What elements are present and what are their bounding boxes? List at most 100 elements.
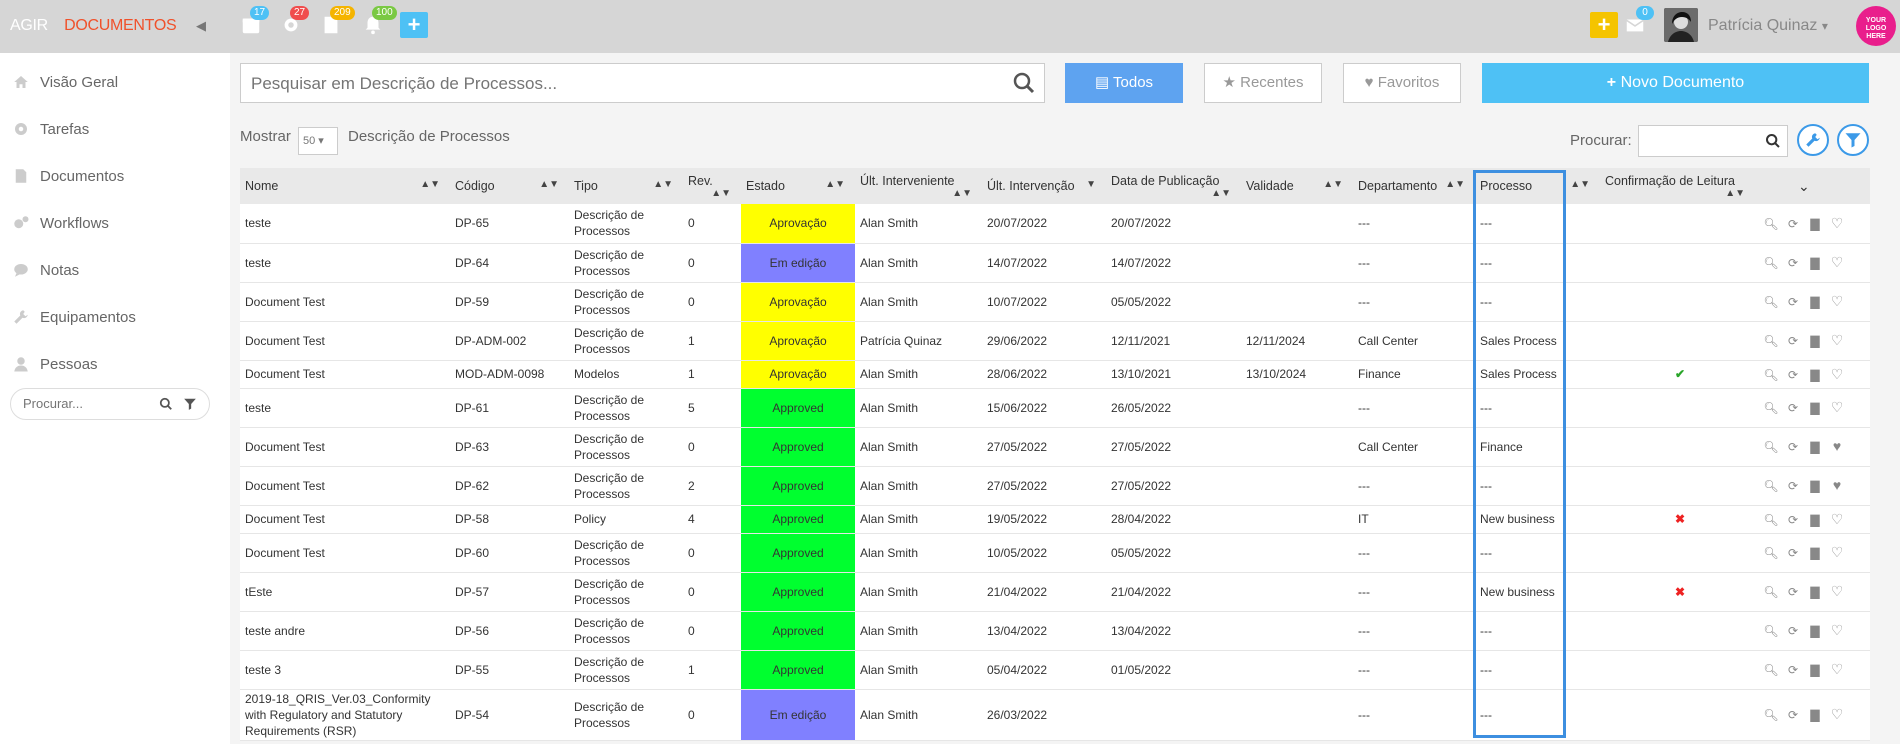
trash-icon[interactable]: ▇	[1804, 333, 1826, 349]
procurar-input[interactable]	[1638, 125, 1788, 157]
sidebar-item-notas[interactable]: Notas	[12, 258, 79, 282]
table-row[interactable]: tEste DP-57 Descrição de Processos 0 Approve…	[240, 572, 1870, 612]
refresh-icon[interactable]: ⟳	[1782, 545, 1804, 561]
table-row[interactable]: 2019-18_QRIS_Ver.03_Conformity with Regu…	[240, 689, 1870, 741]
messages-icon[interactable]: 0	[1624, 6, 1654, 38]
refresh-icon[interactable]: ⟳	[1782, 400, 1804, 416]
table-row[interactable]: Document Test DP-58 Policy 4 Approved Alan Sm…	[240, 505, 1870, 534]
page-size-select[interactable]: 50 ▾	[298, 127, 338, 155]
view-icon[interactable]: 🔍︎	[1760, 439, 1782, 455]
col-tipo[interactable]: Tipo ▲▼	[569, 168, 683, 204]
heart-outline-icon[interactable]: ♡	[1826, 366, 1848, 382]
view-icon[interactable]: 🔍︎	[1760, 333, 1782, 349]
heart-outline-icon[interactable]: ♡	[1826, 293, 1848, 309]
heart-filled-icon[interactable]: ♥	[1826, 477, 1848, 493]
avatar[interactable]	[1664, 8, 1698, 42]
view-icon[interactable]: 🔍︎	[1760, 255, 1782, 271]
heart-outline-icon[interactable]: ♡	[1826, 332, 1848, 348]
sidebar-item-pessoas[interactable]: Pessoas	[12, 352, 98, 376]
table-row[interactable]: Document Test DP-62 Descrição de Processos…	[240, 466, 1870, 506]
col-nome[interactable]: Nome ▲▼	[240, 168, 450, 204]
trash-icon[interactable]: ▇	[1804, 439, 1826, 455]
view-icon[interactable]: 🔍︎	[1760, 512, 1782, 528]
trash-icon[interactable]: ▇	[1804, 662, 1826, 678]
col-validade[interactable]: Validade ▲▼	[1241, 168, 1353, 204]
calendar-icon[interactable]: 17	[240, 6, 270, 38]
col-departamento[interactable]: Departamento ▲▼	[1353, 168, 1475, 204]
table-row[interactable]: teste 3 DP-55 Descrição de Processos 1 Appro…	[240, 650, 1870, 690]
sidebar-item-equipamentos[interactable]: Equipamentos	[12, 305, 136, 329]
col-estado[interactable]: Estado ▲▼	[741, 168, 855, 204]
col-rev[interactable]: Rev. ▲▼	[683, 168, 741, 204]
view-icon[interactable]: 🔍︎	[1760, 367, 1782, 383]
refresh-icon[interactable]: ⟳	[1782, 584, 1804, 600]
view-icon[interactable]: 🔍︎	[1760, 707, 1782, 723]
view-icon[interactable]: 🔍︎	[1760, 662, 1782, 678]
trash-icon[interactable]: ▇	[1804, 545, 1826, 561]
heart-outline-icon[interactable]: ♡	[1826, 511, 1848, 527]
refresh-icon[interactable]: ⟳	[1782, 478, 1804, 494]
table-row[interactable]: teste DP-65 Descrição de Processos 0 Aprovaç…	[240, 204, 1870, 244]
trash-icon[interactable]: ▇	[1804, 400, 1826, 416]
trash-icon[interactable]: ▇	[1804, 623, 1826, 639]
brand[interactable]: AGIR DOCUMENTOS	[10, 17, 177, 35]
refresh-icon[interactable]: ⟳	[1782, 707, 1804, 723]
table-row[interactable]: teste andre DP-56 Descrição de Processos 0 A…	[240, 611, 1870, 651]
view-icon[interactable]: 🔍︎	[1760, 216, 1782, 232]
heart-outline-icon[interactable]: ♡	[1826, 254, 1848, 270]
gears-icon[interactable]: 27	[280, 6, 310, 38]
yellow-add-button[interactable]: +	[1590, 12, 1618, 38]
heart-outline-icon[interactable]: ♡	[1826, 399, 1848, 415]
refresh-icon[interactable]: ⟳	[1782, 216, 1804, 232]
filter-todos-button[interactable]: ▤ Todos	[1065, 63, 1183, 103]
view-icon[interactable]: 🔍︎	[1760, 294, 1782, 310]
refresh-icon[interactable]: ⟳	[1782, 662, 1804, 678]
quick-add-button[interactable]: +	[400, 12, 428, 38]
trash-icon[interactable]: ▇	[1804, 584, 1826, 600]
refresh-icon[interactable]: ⟳	[1782, 439, 1804, 455]
table-row[interactable]: Document Test DP-59 Descrição de Processos…	[240, 282, 1870, 322]
heart-outline-icon[interactable]: ♡	[1826, 622, 1848, 638]
table-row[interactable]: teste DP-61 Descrição de Processos 5 Approve…	[240, 388, 1870, 428]
table-row[interactable]: Document Test DP-ADM-002 Descrição de Proc…	[240, 321, 1870, 361]
col-confirmacao[interactable]: Confirmação de Leitura ▲▼	[1600, 168, 1755, 204]
filter-favoritos-button[interactable]: ♥ Favoritos	[1343, 63, 1461, 103]
filter-icon[interactable]	[183, 397, 197, 411]
trash-icon[interactable]: ▇	[1804, 255, 1826, 271]
sidebar-item-tarefas[interactable]: Tarefas	[12, 117, 89, 141]
table-row[interactable]: Document Test MOD-ADM-0098 Modelos 1 Aprovaç…	[240, 360, 1870, 389]
heart-outline-icon[interactable]: ♡	[1826, 544, 1848, 560]
refresh-icon[interactable]: ⟳	[1782, 255, 1804, 271]
refresh-icon[interactable]: ⟳	[1782, 512, 1804, 528]
refresh-icon[interactable]: ⟳	[1782, 294, 1804, 310]
heart-outline-icon[interactable]: ♡	[1826, 661, 1848, 677]
new-document-button[interactable]: + Novo Documento	[1482, 63, 1869, 103]
sidebar-item-documentos[interactable]: Documentos	[12, 164, 124, 188]
user-menu[interactable]: Patrícia Quinaz ▾	[1708, 17, 1828, 35]
sidebar-item-visao-geral[interactable]: Visão Geral	[12, 70, 118, 94]
col-actions[interactable]: ⌄	[1755, 168, 1870, 204]
view-icon[interactable]: 🔍︎	[1760, 400, 1782, 416]
table-row[interactable]: Document Test DP-63 Descrição de Processos…	[240, 427, 1870, 467]
trash-icon[interactable]: ▇	[1804, 216, 1826, 232]
view-icon[interactable]: 🔍︎	[1760, 478, 1782, 494]
heart-outline-icon[interactable]: ♡	[1826, 215, 1848, 231]
document-icon[interactable]: 209	[320, 6, 355, 38]
view-icon[interactable]: 🔍︎	[1760, 545, 1782, 561]
filter-recentes-button[interactable]: ★ Recentes	[1204, 63, 1322, 103]
refresh-icon[interactable]: ⟳	[1782, 333, 1804, 349]
search-icon[interactable]	[1012, 71, 1036, 95]
trash-icon[interactable]: ▇	[1804, 707, 1826, 723]
col-processo[interactable]: Processo ▲▼	[1475, 168, 1600, 204]
refresh-icon[interactable]: ⟳	[1782, 623, 1804, 639]
table-row[interactable]: teste DP-64 Descrição de Processos 0 Em ediç…	[240, 243, 1870, 283]
main-search-input[interactable]	[251, 74, 991, 94]
filter-button[interactable]	[1837, 124, 1869, 156]
collapse-sidebar-icon[interactable]: ◀	[196, 18, 206, 34]
heart-outline-icon[interactable]: ♡	[1826, 706, 1848, 722]
sidebar-item-workflows[interactable]: Workflows	[12, 211, 109, 235]
heart-outline-icon[interactable]: ♡	[1826, 583, 1848, 599]
col-interveniente[interactable]: Últ. Interveniente ▲▼	[855, 168, 982, 204]
view-icon[interactable]: 🔍︎	[1760, 623, 1782, 639]
sidebar-search-input[interactable]	[23, 396, 153, 411]
